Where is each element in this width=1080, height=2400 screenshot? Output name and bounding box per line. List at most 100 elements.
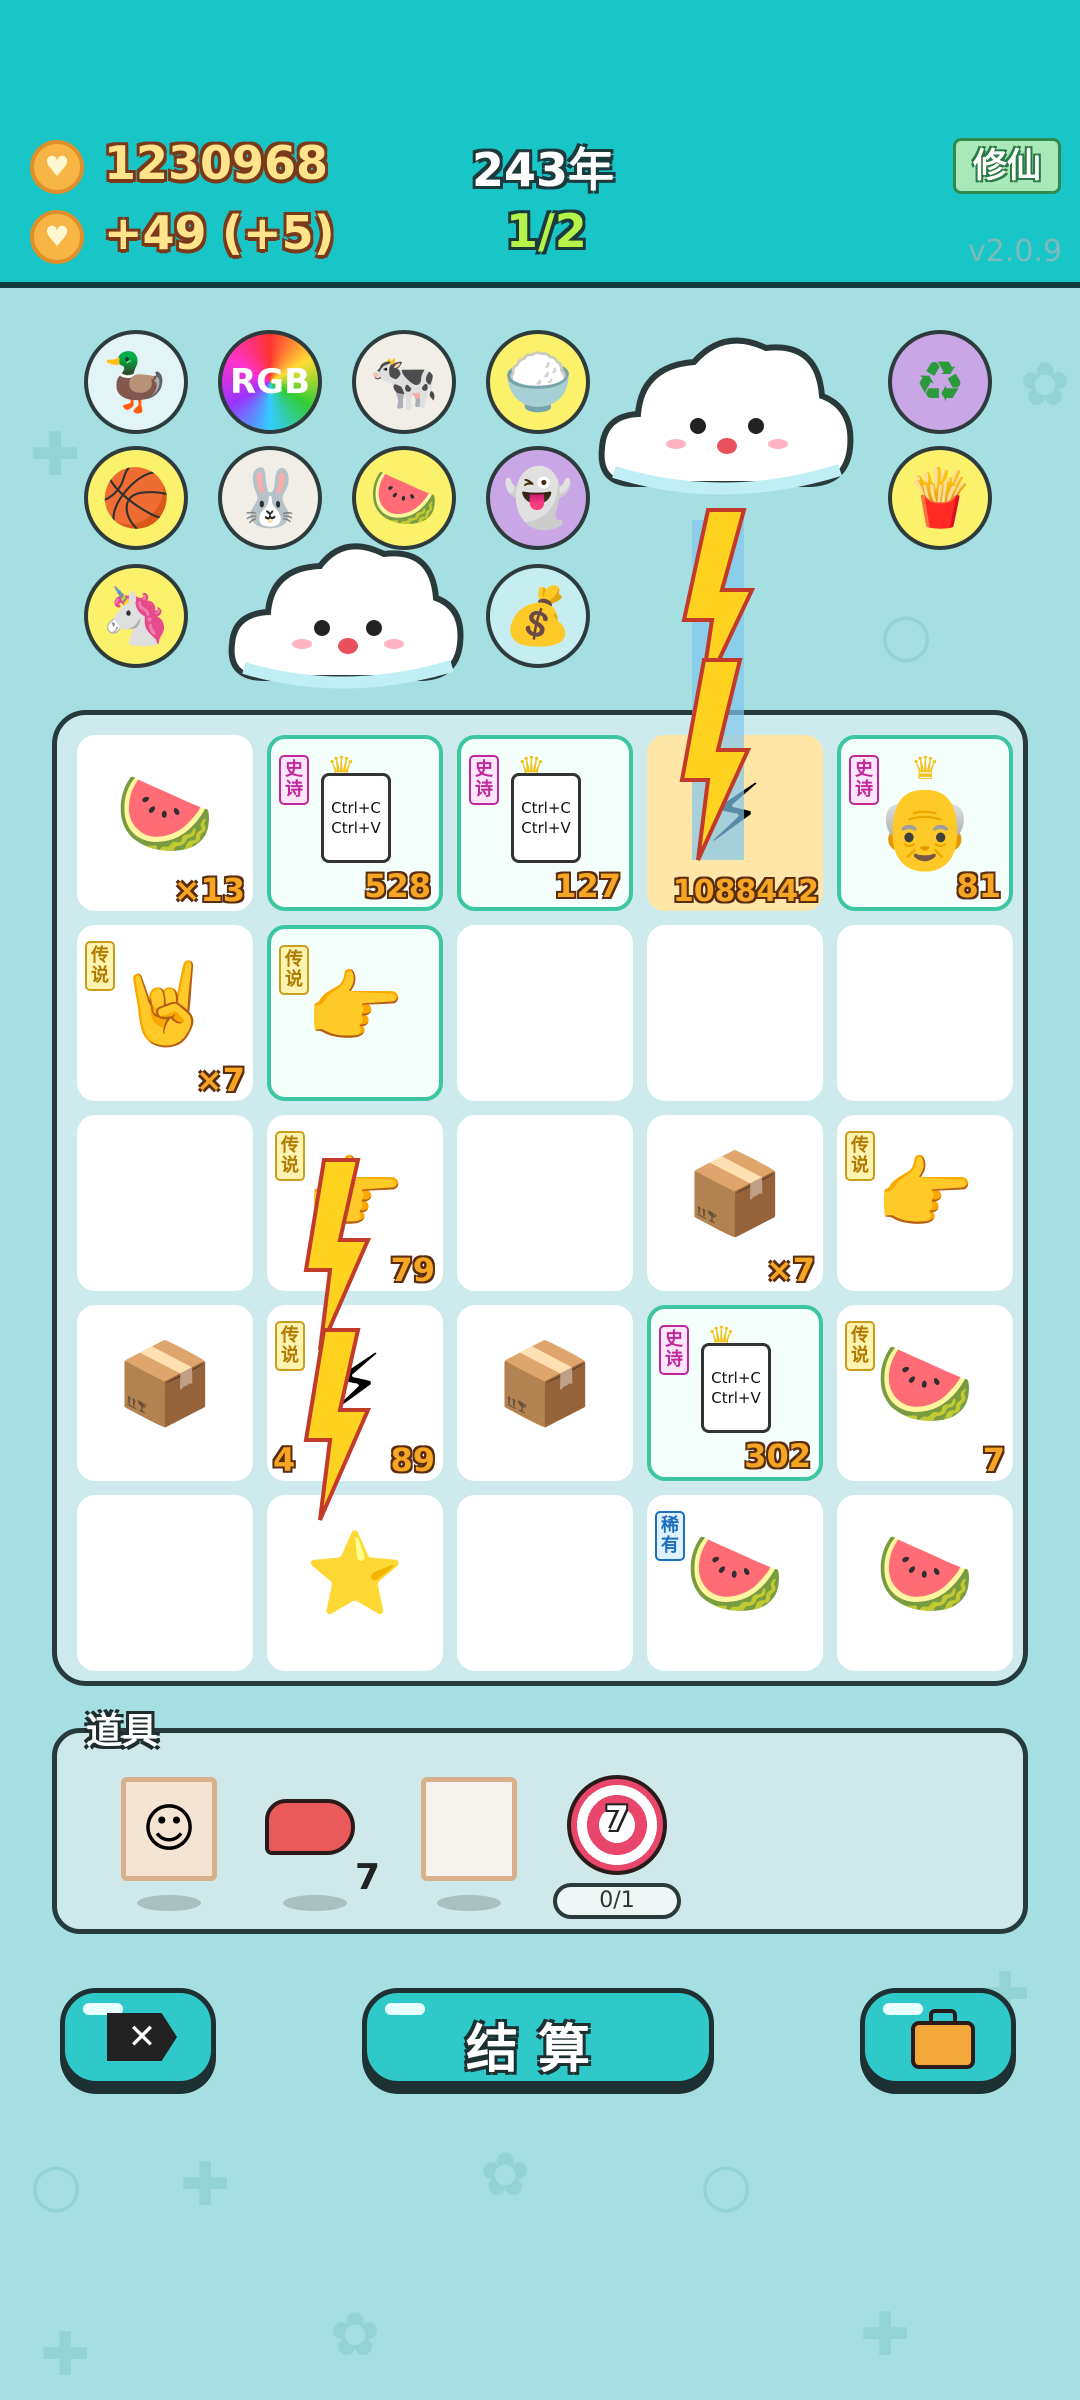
bg-plus-decoration: ✚ bbox=[860, 2300, 911, 2370]
board-cell[interactable]: 📦 bbox=[77, 1305, 253, 1481]
items-title: 道具 bbox=[86, 1711, 159, 1752]
ghost-symbol[interactable]: 👻 bbox=[486, 446, 590, 550]
copy-paste-card: Ctrl+C Ctrl+V bbox=[701, 1343, 771, 1433]
board-cell-empty[interactable] bbox=[457, 1115, 633, 1291]
rice-symbol[interactable]: 🍚 bbox=[486, 330, 590, 434]
coin-total: 1230968 bbox=[104, 136, 329, 190]
copy-paste-card: Ctrl+C Ctrl+V bbox=[321, 773, 391, 863]
money-bag-icon: 💰 bbox=[503, 584, 573, 649]
rgb-symbol[interactable]: RGB bbox=[218, 330, 322, 434]
round-counter: 1/2 bbox=[506, 204, 587, 258]
card-line: Ctrl+C bbox=[711, 1369, 761, 1387]
rarity-tag-epic: 史诗 bbox=[469, 755, 499, 805]
bg-plus-decoration: ✚ bbox=[40, 2320, 91, 2390]
income-bonus: (+5) bbox=[222, 206, 335, 260]
cell-count: ×7 bbox=[765, 1251, 815, 1289]
fruit-basket-icon: 🍉 bbox=[369, 466, 439, 531]
board-cell[interactable]: ♛ Ctrl+C Ctrl+V 史诗 302 bbox=[647, 1305, 823, 1481]
target-number: 7 bbox=[605, 1799, 629, 1839]
settle-button[interactable]: 结算 bbox=[362, 1988, 714, 2086]
bg-flower-decoration: ✿ bbox=[1020, 350, 1071, 420]
item-shadow bbox=[137, 1895, 201, 1911]
board-cell-empty[interactable] bbox=[457, 925, 633, 1101]
card-line: Ctrl+V bbox=[521, 819, 571, 837]
item-shadow bbox=[437, 1895, 501, 1911]
basketball-symbol[interactable]: 🏀 bbox=[84, 446, 188, 550]
rarity-tag-rare: 稀有 bbox=[655, 1511, 685, 1561]
cell-count: 127 bbox=[554, 867, 621, 905]
board-cell-empty[interactable] bbox=[457, 1495, 633, 1671]
bg-plus-decoration: ✚ bbox=[180, 2150, 231, 2220]
cardboard-box-icon: 📦 bbox=[685, 1147, 785, 1240]
board-cell-empty[interactable] bbox=[837, 925, 1013, 1101]
cell-count: ×13 bbox=[173, 871, 245, 909]
fries-symbol[interactable]: 🍟 bbox=[888, 446, 992, 550]
bg-flower-decoration: ✿ bbox=[480, 2140, 531, 2210]
close-icon: ✕ bbox=[107, 2013, 177, 2061]
target-progress: 0/1 bbox=[553, 1883, 681, 1919]
recycle-icon: ♻ bbox=[914, 349, 966, 415]
coin-icon bbox=[30, 210, 84, 264]
briefcase-icon bbox=[911, 2021, 975, 2069]
item-shadow bbox=[283, 1895, 347, 1911]
unicorn-icon: 🦄 bbox=[101, 584, 171, 649]
board-cell[interactable]: ♛ Ctrl+C Ctrl+V 史诗 127 bbox=[457, 735, 633, 911]
briefcase-handle bbox=[929, 2009, 957, 2025]
board-cell[interactable]: 📦 ×7 bbox=[647, 1115, 823, 1291]
cell-count: 79 bbox=[390, 1251, 435, 1289]
money-bag-symbol[interactable]: 💰 bbox=[486, 564, 590, 668]
board-cell[interactable]: 👉 传说 bbox=[267, 925, 443, 1101]
ghost-icon: 👻 bbox=[503, 466, 573, 531]
bg-circle-decoration: ○ bbox=[880, 600, 933, 670]
bag-button[interactable] bbox=[860, 1988, 1016, 2086]
card-line: Ctrl+C bbox=[521, 799, 571, 817]
cell-count: 528 bbox=[364, 867, 431, 905]
basketball-icon: 🏀 bbox=[101, 466, 171, 531]
board-cell-empty[interactable] bbox=[77, 1495, 253, 1671]
portrait-frame-item[interactable]: ☺ bbox=[121, 1777, 217, 1881]
rarity-tag-legend: 传说 bbox=[279, 945, 309, 995]
income-per-spin: +49 bbox=[104, 206, 207, 260]
rarity-tag-epic: 史诗 bbox=[279, 755, 309, 805]
board-cell[interactable]: 🍉 稀有 bbox=[647, 1495, 823, 1671]
watermelon-slice-icon: 🍉 bbox=[115, 767, 215, 860]
duck-icon: 🦆 bbox=[101, 350, 171, 415]
liver-item-icon[interactable] bbox=[265, 1799, 355, 1855]
board-cell[interactable]: 🤘 传说 ×7 bbox=[77, 925, 253, 1101]
watermelon-slice-icon: 🍉 bbox=[875, 1527, 975, 1620]
board-cell[interactable]: 🍉 ×13 bbox=[77, 735, 253, 911]
board-cell[interactable]: 📦 bbox=[457, 1305, 633, 1481]
cardboard-box-icon: 📦 bbox=[495, 1337, 595, 1430]
settle-label: 结算 bbox=[465, 2020, 610, 2080]
board-cell-empty[interactable] bbox=[77, 1115, 253, 1291]
version-label: v2.0.9 bbox=[968, 234, 1063, 269]
rarity-tag-epic: 史诗 bbox=[849, 755, 879, 805]
board-cell[interactable]: 👉 传说 bbox=[837, 1115, 1013, 1291]
bg-circle-decoration: ○ bbox=[700, 2150, 753, 2220]
cows-symbol[interactable]: 🐄 bbox=[352, 330, 456, 434]
unicorn-symbol[interactable]: 🦄 bbox=[84, 564, 188, 668]
recycle-symbol[interactable]: ♻ bbox=[888, 330, 992, 434]
year-counter: 243年 bbox=[472, 143, 615, 197]
board-cell-empty[interactable] bbox=[647, 925, 823, 1101]
cloud-icon bbox=[598, 337, 854, 495]
cell-count: 89 bbox=[390, 1441, 435, 1479]
empty-frame-item[interactable] bbox=[421, 1777, 517, 1881]
board-cell[interactable]: ♛ 👴 史诗 81 bbox=[837, 735, 1013, 911]
liver-item-count: 7 bbox=[355, 1857, 381, 1898]
skip-button[interactable]: ✕ bbox=[60, 1988, 216, 2086]
coin-icon bbox=[30, 140, 84, 194]
card-line: Ctrl+V bbox=[711, 1389, 761, 1407]
duck-pot-symbol[interactable]: 🦆 bbox=[84, 330, 188, 434]
card-line: Ctrl+V bbox=[331, 819, 381, 837]
lightning-beam-effect bbox=[679, 508, 756, 861]
board-cell[interactable]: 🍉 bbox=[837, 1495, 1013, 1671]
rarity-tag-epic: 史诗 bbox=[659, 1325, 689, 1375]
board-cell[interactable]: 🍉 传说 7 bbox=[837, 1305, 1013, 1481]
rarity-tag-legend: 传说 bbox=[85, 941, 115, 991]
cloud-icon bbox=[228, 543, 464, 689]
cultivate-button[interactable]: 修仙 bbox=[953, 138, 1061, 194]
lightning-beam-effect bbox=[303, 1158, 372, 1521]
board-cell[interactable]: ♛ Ctrl+C Ctrl+V 史诗 528 bbox=[267, 735, 443, 911]
rgb-icon: RGB bbox=[229, 362, 310, 402]
